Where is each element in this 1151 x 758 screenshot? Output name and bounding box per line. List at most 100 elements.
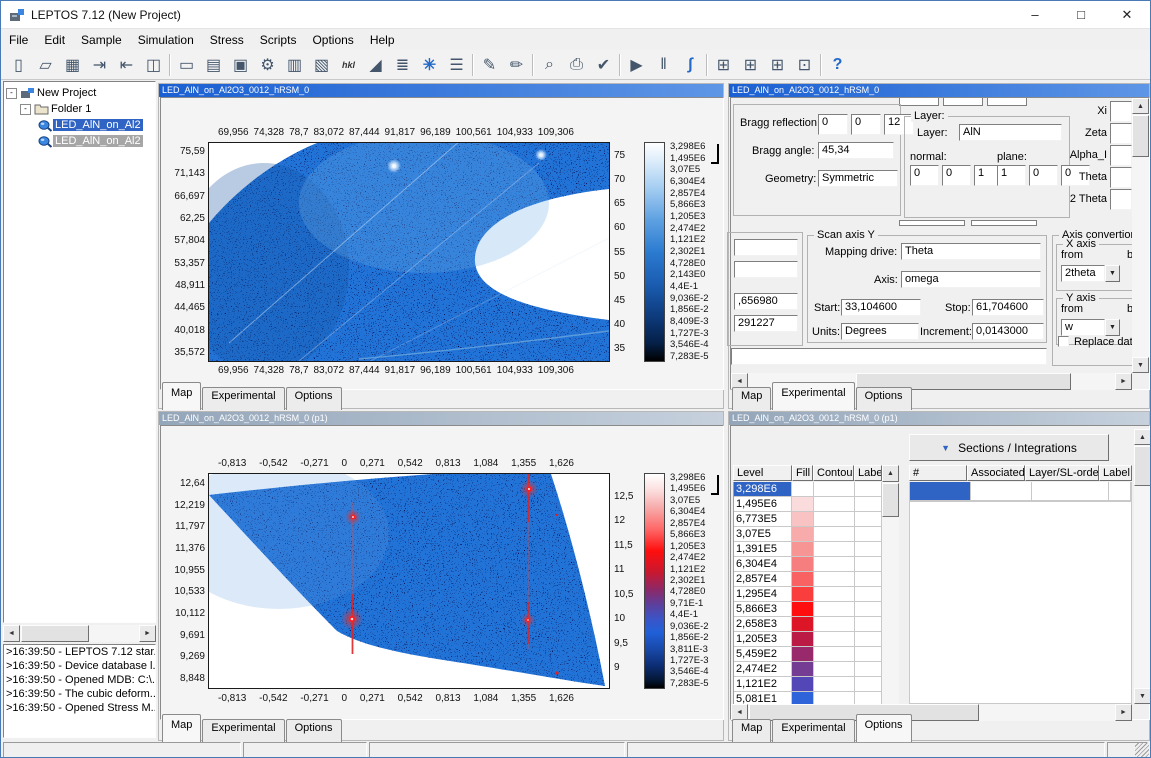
y-axis-from-select[interactable]: w — [1061, 319, 1105, 336]
resize-grip[interactable] — [1135, 743, 1149, 757]
level-column-header[interactable]: Level — [733, 465, 792, 481]
angle-value-field-cut[interactable] — [1110, 189, 1132, 210]
layers-stack-icon[interactable]: ≣ — [389, 52, 416, 77]
scroll-left-icon[interactable]: ◄ — [3, 625, 20, 642]
level-value-cell[interactable]: 1,295E4 — [734, 587, 792, 602]
level-value-cell[interactable]: 3,07E5 — [734, 527, 792, 542]
level-table-row[interactable]: 6,304E4 — [734, 557, 882, 572]
tree-item-folder[interactable]: - Folder 1 — [20, 101, 155, 117]
contour-cell[interactable] — [814, 497, 855, 512]
fill-color-cell[interactable] — [792, 617, 814, 632]
level-table-row[interactable]: 5,081E1 — [734, 692, 882, 704]
colorbar-gradient[interactable] — [644, 142, 665, 362]
fill-color-cell[interactable] — [792, 632, 814, 647]
contour-cell[interactable] — [814, 677, 855, 692]
fill-color-cell[interactable] — [792, 482, 814, 497]
tree-item-project-root[interactable]: - New Project — [6, 85, 155, 101]
plane-index-field[interactable]: 0 — [1029, 165, 1058, 186]
associated-cell[interactable] — [971, 482, 1032, 501]
bragg-reflection-index-field[interactable]: 0 — [851, 114, 881, 135]
level-value-cell[interactable]: 1,391E5 — [734, 542, 792, 557]
collapse-icon[interactable]: - — [20, 104, 31, 115]
menu-simulation[interactable]: Simulation — [130, 30, 202, 50]
tree-item-map-2[interactable]: LED_AlN_on_Al2 — [38, 133, 155, 149]
menu-options[interactable]: Options — [304, 30, 361, 50]
level-value-cell[interactable]: 2,857E4 — [734, 572, 792, 587]
tab-options[interactable]: Options — [286, 387, 342, 410]
colorbar-gradient[interactable] — [644, 473, 665, 689]
level-table-row[interactable]: 2,658E3 — [734, 617, 882, 632]
level-value-cell[interactable]: 2,658E3 — [734, 617, 792, 632]
contour-cell[interactable] — [814, 542, 855, 557]
tab-map[interactable]: Map — [162, 382, 201, 410]
bragg-reflection-index-field[interactable]: 0 — [818, 114, 848, 135]
contour-cell[interactable] — [814, 527, 855, 542]
label-cell[interactable] — [855, 692, 882, 704]
level-table-row[interactable]: 1,495E6 — [734, 497, 882, 512]
help-icon[interactable]: ? — [824, 52, 851, 77]
stress-tool-2-icon[interactable]: ✏ — [503, 52, 530, 77]
contour-cell[interactable] — [814, 617, 855, 632]
tab-experimental[interactable]: Experimental — [772, 382, 854, 410]
tree-item-map-1[interactable]: LED_AlN_on_Al2 — [38, 117, 155, 133]
reciprocal-space-map[interactable] — [208, 142, 610, 362]
layer-sl-order-column-header[interactable]: Layer/SL-order — [1025, 465, 1099, 481]
label-column-header[interactable]: Label — [1099, 465, 1132, 481]
hkl-editor-icon[interactable]: hkl — [335, 52, 362, 77]
fill-color-cell[interactable] — [792, 572, 814, 587]
contour-cell[interactable] — [814, 647, 855, 662]
contour-column-header[interactable]: Contour — [813, 465, 854, 481]
level-table-row[interactable]: 6,773E5 — [734, 512, 882, 527]
stop-field[interactable]: 61,704600 — [972, 299, 1044, 316]
sample-settings-icon[interactable]: ⚙ — [254, 52, 281, 77]
label-cell[interactable] — [855, 587, 882, 602]
fill-color-cell[interactable] — [792, 587, 814, 602]
level-table-row[interactable]: 2,474E2 — [734, 662, 882, 677]
run-icon[interactable]: ▶ — [623, 52, 650, 77]
axis-field[interactable]: omega — [901, 271, 1041, 288]
replace-data-checkbox[interactable] — [1058, 336, 1069, 347]
menu-scripts[interactable]: Scripts — [252, 30, 305, 50]
x-axis-from-select[interactable]: 2theta — [1061, 265, 1105, 282]
label-cell[interactable] — [855, 632, 882, 647]
contour-cell[interactable] — [814, 632, 855, 647]
geometry-field[interactable]: Symmetric — [818, 170, 898, 187]
level-value-cell[interactable]: 5,459E2 — [734, 647, 792, 662]
maximize-button[interactable]: □ — [1058, 1, 1104, 28]
start-field[interactable]: 33,104600 — [841, 299, 921, 316]
tab-experimental[interactable]: Experimental — [772, 719, 854, 742]
close-button[interactable]: ✕ — [1104, 1, 1150, 28]
fill-color-cell[interactable] — [792, 647, 814, 662]
panel-caption[interactable]: LED_AlN_on_Al2O3_0012_hRSM_0 (p1) — [159, 412, 723, 425]
window-single-icon[interactable]: ⊡ — [791, 52, 818, 77]
tab-options[interactable]: Options — [856, 387, 912, 410]
collapse-icon[interactable]: - — [6, 88, 17, 99]
pause-icon[interactable]: ‖ — [650, 52, 677, 77]
cut-value-field[interactable]: 291227 — [734, 315, 798, 332]
menu-file[interactable]: File — [1, 30, 36, 50]
y-axis-dropdown-icon[interactable]: ▼ — [1105, 319, 1120, 336]
project-manager-icon[interactable]: ◫ — [140, 52, 167, 77]
level-scroll-up-icon[interactable]: ▲ — [882, 465, 899, 482]
scripts-icon[interactable]: ∫ — [677, 52, 704, 77]
cut-empty-field[interactable] — [734, 261, 798, 278]
scroll-up-icon[interactable]: ▲ — [1132, 98, 1149, 114]
menu-edit[interactable]: Edit — [36, 30, 73, 50]
level-value-cell[interactable]: 6,304E4 — [734, 557, 792, 572]
contour-cell[interactable] — [814, 482, 855, 497]
scroll-right-icon[interactable]: ► — [1115, 704, 1132, 721]
document-icon[interactable]: ▤ — [200, 52, 227, 77]
tab-experimental[interactable]: Experimental — [202, 387, 284, 410]
level-table-row[interactable]: 1,121E2 — [734, 677, 882, 692]
parameters-list-icon[interactable]: ☰ — [443, 52, 470, 77]
scroll-thumb[interactable] — [1132, 115, 1149, 157]
fill-color-cell[interactable] — [792, 677, 814, 692]
window-grid-icon[interactable]: ⊞ — [710, 52, 737, 77]
label-cell[interactable] — [855, 677, 882, 692]
fill-column-header[interactable]: Fill — [792, 465, 813, 481]
label-cell[interactable] — [855, 557, 882, 572]
fill-color-cell[interactable] — [792, 497, 814, 512]
label-cell[interactable] — [855, 647, 882, 662]
contour-cell[interactable] — [814, 602, 855, 617]
level-value-cell[interactable]: 5,866E3 — [734, 602, 792, 617]
